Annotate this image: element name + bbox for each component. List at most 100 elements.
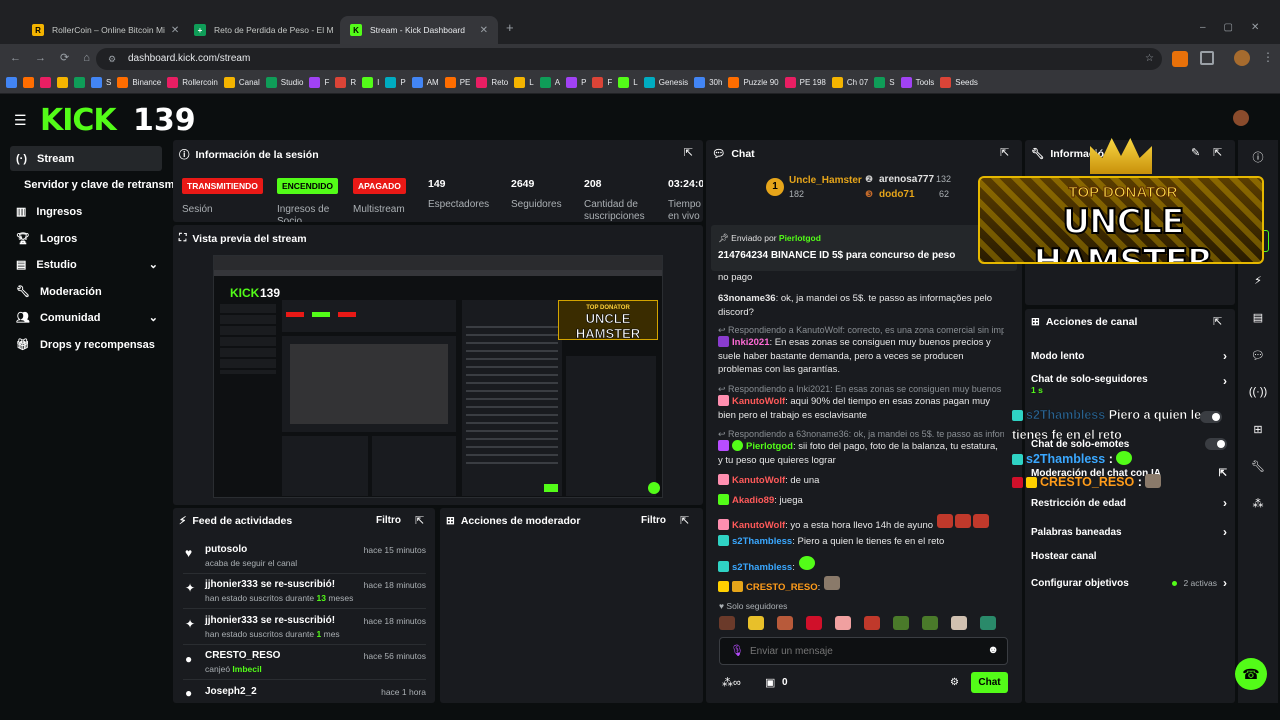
emotes-only-toggle[interactable] — [1205, 438, 1227, 450]
chat-send-button[interactable]: Chat — [971, 672, 1008, 693]
overlay-toggle[interactable] — [1200, 410, 1222, 428]
bookmark-item[interactable]: L — [618, 77, 638, 88]
bookmark-item[interactable]: Ch 07 — [831, 77, 868, 88]
bookmark-item[interactable]: Seeds — [940, 77, 978, 88]
nav-buttons-icon[interactable]: ←→⟳⌂ — [10, 51, 104, 64]
sidebar-item-logros[interactable]: 🏆︎ Logros — [10, 226, 162, 251]
drive-icon[interactable] — [74, 77, 85, 88]
toggle-switch[interactable] — [1200, 411, 1222, 423]
mod-filter-button[interactable]: Filtro — [641, 515, 666, 526]
bookmark-item[interactable]: R — [335, 77, 356, 88]
instagram-icon[interactable] — [57, 77, 68, 88]
user-avatar[interactable] — [1233, 110, 1249, 126]
message-user[interactable]: Inki2021 — [732, 337, 770, 348]
chat-bubble-icon[interactable]: 💬︎ — [1247, 344, 1269, 366]
extension-icon[interactable] — [1172, 51, 1188, 67]
emote-icon[interactable] — [893, 616, 909, 630]
music-icon[interactable] — [40, 77, 51, 88]
browser-menu-icon[interactable]: ⋮ — [1262, 50, 1274, 64]
sidebar-item-ingresos[interactable]: ▥ Ingresos — [10, 199, 162, 224]
popout-icon[interactable]: ⇱ — [415, 514, 424, 527]
bookmark-item[interactable]: Genesis — [643, 77, 688, 88]
close-tab-icon[interactable]: ✕ — [474, 25, 488, 36]
emote-icon[interactable] — [835, 616, 851, 630]
bookmark-item[interactable]: 30h — [694, 77, 722, 88]
github-icon[interactable] — [23, 77, 34, 88]
bookmark-item[interactable]: A — [539, 77, 560, 88]
message-user[interactable]: 63noname36 — [718, 293, 776, 304]
store-icon[interactable]: ▣ — [765, 676, 775, 689]
bookmark-item[interactable]: Tools — [900, 77, 934, 88]
close-tab-icon[interactable]: ✕ — [165, 25, 179, 36]
bookmark-item[interactable]: Canal — [223, 77, 260, 88]
wrench-icon[interactable]: 🔧︎ — [1247, 455, 1269, 477]
bookmark-item[interactable]: I — [362, 77, 379, 88]
rank-3-name[interactable]: dodo71 — [879, 189, 915, 200]
points-infinity-icon[interactable]: ⁂∞ — [722, 676, 741, 689]
url-field[interactable]: ⚙ dashboard.kick.com/stream ☆ — [96, 48, 1162, 70]
help-support-icon[interactable]: ☎ — [1235, 658, 1267, 690]
top-gifter-name[interactable]: Uncle_Hamster — [789, 175, 862, 186]
apps-icon[interactable] — [6, 77, 17, 88]
bookmark-item[interactable]: S — [91, 77, 111, 88]
sidebar-item-comunidad[interactable]: 👥︎ Comunidad ⌄ — [10, 305, 162, 330]
action-host-channel[interactable]: Hostear canal — [1031, 551, 1227, 562]
sidebar-item-drops[interactable]: 🎁︎ Drops y recompensas — [10, 332, 162, 357]
action-followers-only[interactable]: Chat de solo-seguidores 1 s › — [1031, 374, 1227, 396]
edit-pencil-icon[interactable]: ✎ — [1191, 146, 1200, 159]
hamburger-menu-icon[interactable]: ☰ — [14, 112, 27, 129]
chat-settings-gear-icon[interactable]: ⚙ — [950, 677, 959, 688]
extensions-puzzle-icon[interactable] — [1200, 51, 1214, 65]
emote-icon[interactable] — [922, 616, 938, 630]
action-banned-words[interactable]: Palabras baneadas › — [1031, 525, 1227, 539]
profile-avatar[interactable] — [1234, 50, 1250, 66]
bookmark-item[interactable]: L — [514, 77, 534, 88]
bookmark-item[interactable]: PE — [444, 77, 470, 88]
browser-tab[interactable]: + Reto de Perdida de Peso - El M ✕ — [184, 16, 340, 44]
action-slow-mode[interactable]: Modo lento › — [1031, 349, 1227, 363]
bookmark-item[interactable]: P — [566, 77, 586, 88]
emoji-icon[interactable]: ☻ — [987, 644, 999, 656]
browser-tab[interactable]: R RollerCoin – Online Bitcoin Mi ✕ — [22, 16, 184, 44]
bookmark-item[interactable]: P — [385, 77, 406, 88]
bookmark-item[interactable]: Studio — [265, 77, 303, 88]
message-user[interactable]: KanutoWolf — [732, 396, 785, 407]
popout-icon[interactable]: ⇱ — [680, 514, 689, 527]
bookmark-item[interactable]: Reto — [476, 77, 508, 88]
message-user[interactable]: KanutoWolf — [732, 520, 785, 531]
broadcast-icon[interactable]: ((·)) — [1247, 381, 1269, 403]
microphone-icon[interactable]: 🎙︎ — [730, 644, 744, 657]
sidebar-item-stream[interactable]: (·) Stream — [10, 146, 162, 171]
clipboard-icon[interactable]: ▤ — [1247, 306, 1269, 328]
bookmark-item[interactable]: Rollercoin — [167, 77, 218, 88]
bolt-icon[interactable]: ⚡︎ — [1247, 269, 1269, 291]
bookmark-item[interactable]: S — [874, 77, 895, 88]
emote-icon[interactable] — [719, 616, 735, 630]
sidebar-item-estudio[interactable]: ▤ Estudio ⌄ — [10, 252, 162, 277]
emote-icon[interactable] — [980, 616, 996, 630]
message-user[interactable]: s2Thambless — [732, 536, 792, 547]
message-user[interactable]: Akadio89 — [732, 495, 774, 506]
emote-icon[interactable] — [806, 616, 822, 630]
sidebar-item-server-key[interactable]: Servidor y clave de retransm — [18, 172, 174, 197]
rank-2-name[interactable]: arenosa777 — [879, 174, 934, 185]
chat-message-input[interactable] — [750, 643, 970, 659]
popout-icon[interactable]: ⇱ — [1213, 315, 1222, 328]
window-controls[interactable]: –▢✕ — [1200, 22, 1277, 33]
feed-filter-button[interactable]: Filtro — [376, 515, 401, 526]
grid-icon[interactable]: ⊞ — [1247, 418, 1269, 440]
popout-icon[interactable]: ⇱ — [684, 146, 693, 159]
message-user[interactable]: s2Thambless — [732, 562, 792, 573]
bookmark-item[interactable]: Puzzle 90 — [728, 77, 779, 88]
site-info-icon[interactable]: ⚙ — [108, 48, 116, 70]
kick-logo[interactable]: KICK — [40, 104, 117, 138]
bookmark-item[interactable]: F — [309, 77, 329, 88]
popout-icon[interactable]: ⇱ — [1213, 146, 1222, 159]
message-user[interactable]: Pierlotgod — [746, 441, 793, 452]
quick-emotes-bar[interactable] — [719, 616, 1009, 632]
pinned-by-user[interactable]: Pierlotgod — [779, 233, 821, 243]
sidebar-item-moderacion[interactable]: 🔧︎ Moderación — [10, 279, 162, 304]
bookmark-item[interactable]: AM — [411, 77, 439, 88]
action-age-restriction[interactable]: Restricción de edad › — [1031, 496, 1227, 510]
emote-icon[interactable] — [864, 616, 880, 630]
